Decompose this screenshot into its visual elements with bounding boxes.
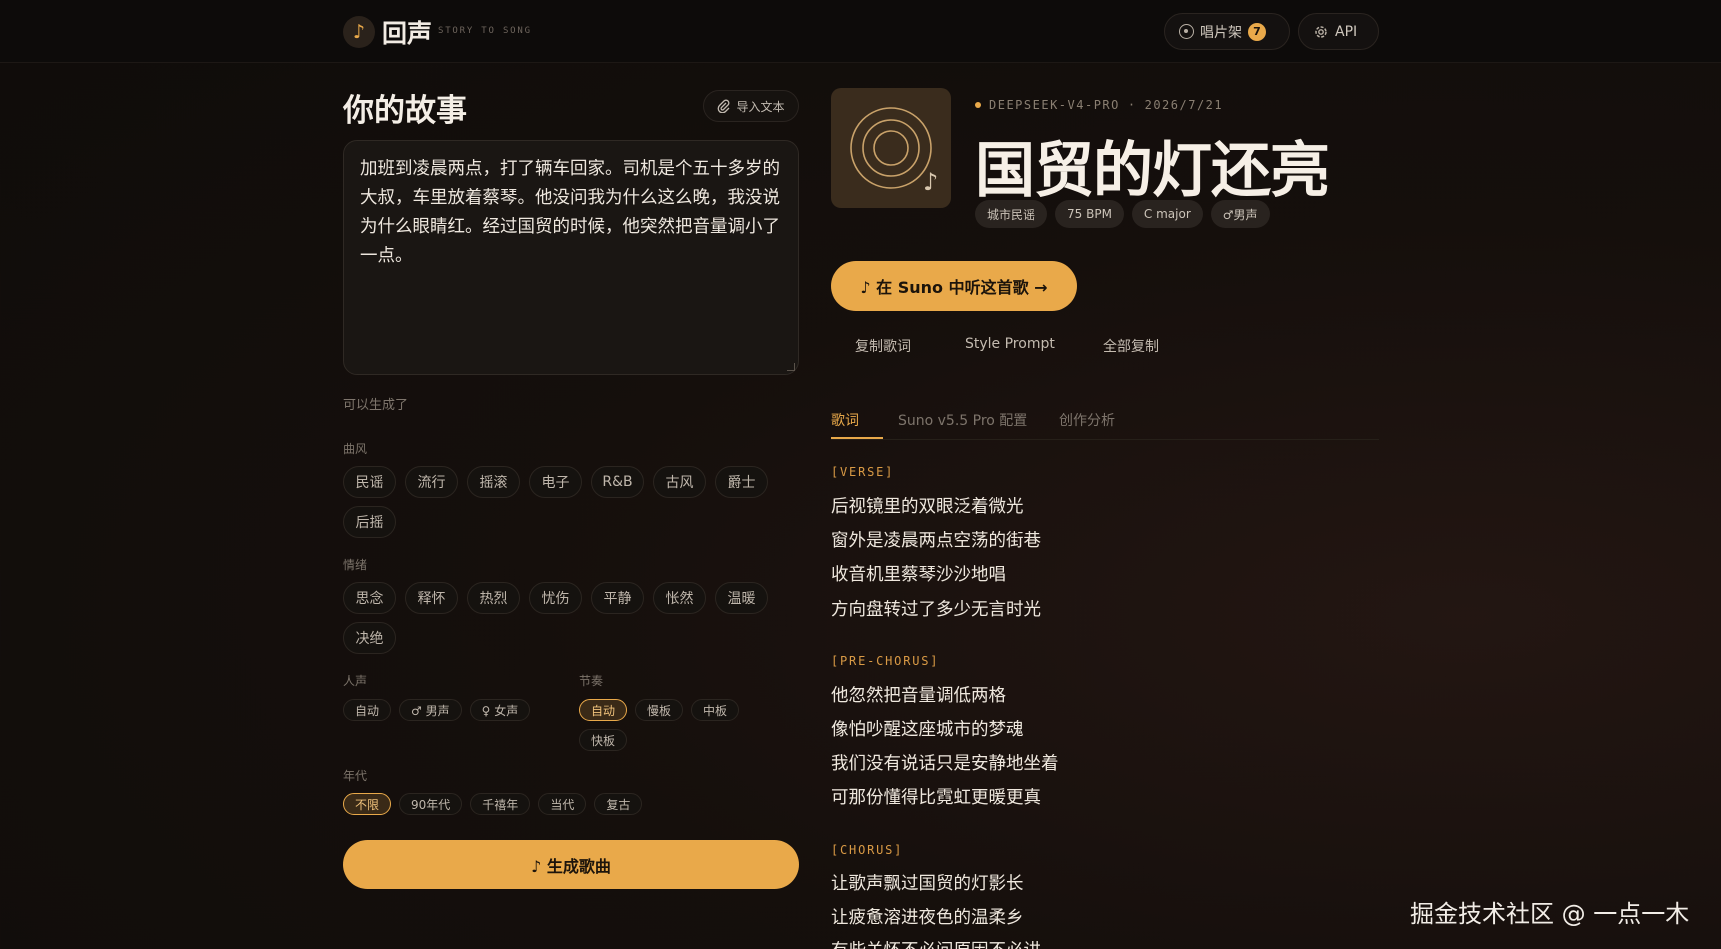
copy-all-button[interactable]: 全部复制 [1103, 336, 1159, 356]
era-chip-any[interactable]: 不限 [343, 793, 392, 815]
paperclip-icon [718, 99, 730, 113]
lyric-line: 他忽然把音量调低两格 [831, 686, 1006, 706]
era-label: 年代 [343, 769, 368, 783]
genre-chip-post-rock[interactable]: 后摇 [343, 506, 396, 538]
vocal-label: 人声 [343, 674, 368, 688]
vocal-chip-male[interactable]: ♂ 男声 [399, 699, 462, 721]
music-note-logo-icon: ♪ [343, 16, 375, 48]
created-date: 2026/7/21 [1144, 98, 1224, 112]
genre-chip-rock[interactable]: 摇滚 [467, 466, 520, 498]
watermark-text: 掘金技术社区 @ 一点一木 [1410, 900, 1690, 928]
story-textarea[interactable]: 加班到凌晨两点，打了辆车回家。司机是个五十多岁的大叔，车里放着蔡琴。他没问我为什… [343, 140, 799, 375]
tab-suno-config[interactable]: Suno v5.5 Pro 配置 [898, 410, 1027, 430]
music-note-icon: ♪ [923, 168, 939, 196]
lyric-line: 让歌声飘过国贸的灯影长 [831, 874, 1024, 894]
genre-chip-guofeng[interactable]: 古风 [653, 466, 706, 498]
brand-tagline: STORY TO SONG [438, 26, 532, 36]
genre-chip-group: 民谣 流行 摇滚 电子 R&B 古风 爵士 后摇 [343, 466, 803, 538]
story-heading: 你的故事 [343, 93, 467, 129]
import-text-label: 导入文本 [736, 99, 785, 114]
lyric-line: 我们没有说话只是安静地坐着 [831, 754, 1059, 774]
lyric-line: 收音机里蔡琴沙沙地唱 [831, 565, 1006, 585]
import-text-button[interactable]: 导入文本 [703, 90, 799, 122]
record-shelf-label: 唱片架 [1200, 24, 1242, 41]
lyric-line: 后视镜里的双眼泛着微光 [831, 497, 1024, 517]
genre-chip-pop[interactable]: 流行 [405, 466, 458, 498]
song-meta: DEEPSEEK-V4-PRO · 2026/7/21 [975, 98, 1223, 112]
mood-chip-group: 思念 释怀 热烈 忧伤 平静 怅然 温暖 决绝 [343, 582, 803, 654]
era-chip-retro[interactable]: 复古 [594, 793, 643, 815]
lyric-section-tag: [VERSE] [831, 465, 895, 479]
lyric-section-tag: [PRE-CHORUS] [831, 654, 940, 668]
genre-chip-folk[interactable]: 民谣 [343, 466, 396, 498]
era-chip-90s[interactable]: 90年代 [399, 793, 463, 815]
genre-chip-electronic[interactable]: 电子 [529, 466, 582, 498]
mood-chip-calm[interactable]: 平静 [591, 582, 644, 614]
era-chip-contemporary[interactable]: 当代 [538, 793, 587, 815]
genre-chip-jazz[interactable]: 爵士 [715, 466, 768, 498]
vocal-chip-group: 自动 ♂ 男声 ♀ 女声 [343, 699, 563, 721]
tag-vocal: ♂男声 [1210, 200, 1270, 228]
era-chip-millennium[interactable]: 千禧年 [470, 793, 531, 815]
mood-chip-resolute[interactable]: 决绝 [343, 622, 396, 654]
tab-lyrics[interactable]: 歌词 [831, 410, 859, 430]
story-text: 加班到凌晨两点，打了辆车回家。司机是个五十多岁的大叔，车里放着蔡琴。他没问我为什… [360, 159, 780, 266]
tag-bpm: 75 BPM [1055, 200, 1124, 228]
mood-chip-wistful[interactable]: 怅然 [653, 582, 706, 614]
result-tabs: 歌词 Suno v5.5 Pro 配置 创作分析 [831, 408, 1379, 440]
tempo-chip-fast[interactable]: 快板 [579, 729, 628, 751]
active-tab-indicator [831, 437, 883, 439]
tempo-chip-auto[interactable]: 自动 [579, 699, 628, 721]
brand-name: 回声 [382, 19, 433, 48]
tempo-chip-slow[interactable]: 慢板 [635, 699, 684, 721]
lyric-line: 可那份懂得比霓虹更暖更真 [831, 788, 1041, 808]
disc-icon [1179, 24, 1194, 39]
generate-song-button[interactable]: ♪ 生成歌曲 [343, 840, 799, 889]
era-chip-group: 不限 90年代 千禧年 当代 复古 [343, 793, 803, 815]
tempo-chip-medium[interactable]: 中板 [691, 699, 740, 721]
lyric-line: 有些关怀不必问原因不必讲 [831, 937, 1041, 949]
record-shelf-count-badge: 7 [1248, 22, 1266, 41]
gear-icon [1315, 25, 1327, 38]
status-dot [975, 102, 981, 108]
meta-separator: · [1127, 98, 1137, 112]
lyric-section-tag: [CHORUS] [831, 843, 904, 857]
listen-on-suno-button[interactable]: ♪ 在 Suno 中听这首歌 → [831, 261, 1077, 311]
genre-label: 曲风 [343, 442, 368, 456]
mood-label: 情绪 [343, 558, 368, 572]
album-cover: ♪ [831, 88, 951, 208]
tag-style: 城市民谣 [975, 200, 1048, 228]
mood-chip-passionate[interactable]: 热烈 [467, 582, 520, 614]
mood-chip-letting-go[interactable]: 释怀 [405, 582, 458, 614]
model-name: DEEPSEEK-V4-PRO [989, 98, 1120, 112]
status-message: 可以生成了 [343, 398, 409, 413]
lyric-line: 像怕吵醒这座城市的梦魂 [831, 720, 1024, 740]
mood-chip-sad[interactable]: 忧伤 [529, 582, 582, 614]
record-shelf-button[interactable]: 唱片架 7 [1164, 13, 1290, 50]
top-bar: ♪ 回声 STORY TO SONG 唱片架 7 API [0, 0, 1721, 63]
lyric-line: 窗外是凌晨两点空荡的街巷 [831, 531, 1041, 551]
mood-chip-longing[interactable]: 思念 [343, 582, 396, 614]
vocal-chip-female[interactable]: ♀ 女声 [469, 699, 531, 721]
mood-chip-warm[interactable]: 温暖 [715, 582, 768, 614]
tab-analysis[interactable]: 创作分析 [1059, 410, 1115, 430]
tempo-chip-group: 自动 慢板 中板 快板 [579, 699, 779, 751]
lyric-line: 让疲惫溶进夜色的温柔乡 [831, 908, 1024, 928]
genre-chip-rnb[interactable]: R&B [591, 466, 644, 498]
tempo-label: 节奏 [579, 674, 604, 688]
api-label: API [1335, 23, 1358, 40]
lyric-line: 方向盘转过了多少无言时光 [831, 600, 1041, 620]
style-prompt-button[interactable]: Style Prompt [965, 336, 1055, 352]
api-settings-button[interactable]: API [1298, 13, 1379, 50]
copy-lyrics-button[interactable]: 复制歌词 [855, 336, 911, 356]
resize-handle[interactable] [787, 363, 795, 371]
song-tag-list: 城市民谣 75 BPM C major ♂男声 [975, 200, 1270, 228]
tag-key: C major [1131, 200, 1203, 228]
vocal-chip-auto[interactable]: 自动 [343, 699, 392, 721]
song-title: 国贸的灯还亮 [975, 136, 1330, 206]
